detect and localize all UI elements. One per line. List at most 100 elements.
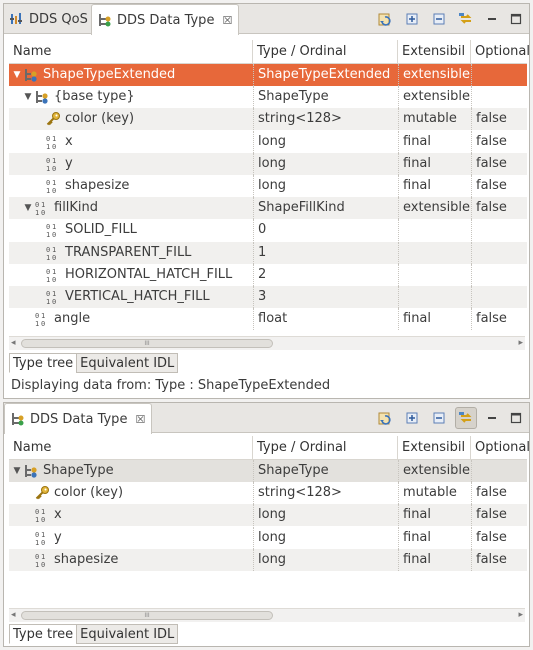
expand-all-button[interactable] bbox=[401, 407, 423, 429]
table-row[interactable]: 0 1 1 0 shapesize long final false bbox=[9, 175, 527, 197]
name-cell: 0 1 1 0 angle bbox=[9, 308, 253, 330]
scroll-thumb[interactable]: III bbox=[21, 611, 273, 620]
horizontal-scrollbar[interactable]: ◂ III ▸ bbox=[9, 608, 525, 622]
scroll-right-icon[interactable]: ▸ bbox=[518, 609, 523, 622]
maximize-button[interactable] bbox=[507, 8, 525, 30]
optional-cell bbox=[471, 241, 529, 264]
table-row[interactable]: 0 1 1 0 shapesize long final false bbox=[9, 548, 527, 571]
scroll-thumb[interactable]: III bbox=[21, 339, 273, 348]
refresh-type-icon bbox=[378, 13, 391, 26]
column-header-name[interactable]: Name bbox=[9, 40, 253, 64]
tab-dds-data-type[interactable]: DDS Data Type ☒ bbox=[91, 4, 240, 35]
svg-text:1: 1 bbox=[46, 276, 50, 283]
type-cell: long bbox=[253, 526, 398, 549]
name-cell: 0110y bbox=[9, 527, 253, 549]
table-row[interactable]: color (key) string<128> mutable false bbox=[9, 482, 527, 505]
svg-text:0: 0 bbox=[52, 187, 56, 194]
table-row[interactable]: 0 1 1 0 SOLID_FILL 0 bbox=[9, 219, 527, 242]
optional-cell bbox=[471, 263, 529, 286]
table-row[interactable]: 0 1 1 0 HORIZONTAL_HATCH_FILL 2 bbox=[9, 263, 529, 286]
field-name: x bbox=[65, 133, 73, 149]
type-cell: 0 bbox=[253, 219, 398, 242]
table-row[interactable]: 0 1 1 0 y long final false bbox=[9, 526, 527, 549]
table-row[interactable]: 0 1 1 0 x long final false bbox=[9, 130, 527, 153]
optional-cell: false bbox=[471, 197, 529, 220]
table-row[interactable]: ▼ 0 1 1 0 fillKind ShapeFillKind extensible fals… bbox=[9, 197, 529, 220]
minimize-icon bbox=[488, 18, 496, 20]
column-header-extensibility[interactable]: Extensibil bbox=[398, 40, 471, 64]
link-with-selection-toggle[interactable] bbox=[455, 407, 477, 429]
tab-equivalent-idl[interactable]: Equivalent IDL bbox=[76, 353, 179, 373]
extensibility-cell: final bbox=[398, 526, 471, 549]
optional-cell: false bbox=[471, 504, 529, 527]
tab-equivalent-idl[interactable]: Equivalent IDL bbox=[76, 624, 179, 644]
key-icon bbox=[34, 485, 50, 501]
collapse-all-button[interactable] bbox=[428, 407, 450, 429]
expand-toggle-icon[interactable]: ▼ bbox=[22, 197, 34, 219]
name-cell: ▼ ShapeType bbox=[9, 460, 253, 482]
scroll-left-icon[interactable]: ◂ bbox=[11, 337, 16, 350]
name-cell: 0 1 1 0 TRANSPARENT_FILL bbox=[9, 242, 253, 264]
table-row[interactable]: ▼ ShapeType ShapeType extensible bbox=[9, 460, 527, 482]
collapse-all-button[interactable] bbox=[428, 8, 450, 30]
table-row[interactable]: 0 1 1 0 y long final false bbox=[9, 152, 527, 175]
svg-text:0: 0 bbox=[35, 201, 39, 209]
binary-field-icon: 0110 bbox=[45, 245, 61, 261]
minimize-button[interactable] bbox=[483, 407, 501, 429]
expand-toggle-icon[interactable]: ▼ bbox=[11, 460, 23, 482]
table-row[interactable]: 0 1 1 0 VERTICAL_HATCH_FILL 3 bbox=[9, 286, 527, 308]
field-name: angle bbox=[54, 311, 91, 327]
maximize-button[interactable] bbox=[507, 407, 525, 429]
extensibility-cell: final bbox=[398, 548, 471, 571]
minimize-button[interactable] bbox=[483, 8, 501, 30]
svg-text:1: 1 bbox=[35, 516, 39, 523]
tab-type-tree[interactable]: Type tree bbox=[9, 353, 78, 373]
scroll-grip: III bbox=[144, 340, 150, 347]
expand-toggle-icon[interactable]: ▼ bbox=[22, 86, 34, 108]
optional-cell: false bbox=[471, 308, 529, 331]
horizontal-scrollbar[interactable]: ◂ III ▸ bbox=[9, 336, 525, 350]
svg-text:0: 0 bbox=[41, 320, 45, 327]
tab-dds-qos[interactable]: DDS QoS bbox=[4, 4, 94, 34]
svg-text:0: 0 bbox=[52, 143, 56, 150]
close-icon[interactable]: ☒ bbox=[222, 14, 232, 27]
name-cell: color (key) bbox=[9, 482, 253, 504]
column-header-name[interactable]: Name bbox=[9, 436, 253, 460]
refresh-type-button[interactable] bbox=[374, 407, 396, 429]
table-row[interactable]: 0 1 1 0 x long final false bbox=[9, 504, 529, 527]
table-row[interactable]: color (key) string<128> mutable false bbox=[9, 108, 527, 131]
binary-field-icon: 0110 bbox=[34, 507, 50, 523]
field-name: color (key) bbox=[65, 111, 135, 127]
column-header-type[interactable]: Type / Ordinal bbox=[253, 40, 398, 64]
collapse-all-icon bbox=[433, 412, 445, 424]
expand-toggle-icon[interactable]: ▼ bbox=[11, 64, 23, 86]
extensibility-cell bbox=[398, 219, 471, 242]
scroll-left-icon[interactable]: ◂ bbox=[11, 609, 16, 622]
extensibility-cell: extensible bbox=[398, 86, 471, 109]
link-with-selection-button[interactable] bbox=[455, 8, 477, 30]
column-header-type[interactable]: Type / Ordinal bbox=[253, 436, 398, 460]
table-row[interactable]: ▼ {base type} ShapeType extensible bbox=[9, 86, 527, 109]
refresh-type-button[interactable] bbox=[374, 8, 396, 30]
field-name: x bbox=[54, 507, 62, 523]
type-cell: 1 bbox=[253, 241, 398, 264]
tab-type-tree[interactable]: Type tree bbox=[9, 624, 78, 644]
svg-text:1: 1 bbox=[35, 320, 39, 327]
extensibility-cell bbox=[398, 241, 471, 264]
expand-all-button[interactable] bbox=[401, 8, 423, 30]
table-row[interactable]: 0 1 1 0 TRANSPARENT_FILL 1 bbox=[9, 241, 529, 264]
extensibility-cell: extensible bbox=[398, 64, 471, 86]
tab-dds-data-type-2[interactable]: DDS Data Type ☒ bbox=[4, 403, 153, 434]
column-header-optional[interactable]: Optional bbox=[471, 40, 529, 64]
table-row[interactable]: 0 1 1 0 angle float final false bbox=[9, 308, 529, 331]
column-header-optional[interactable]: Optional bbox=[471, 436, 529, 460]
type-cell: long bbox=[253, 175, 398, 197]
column-header-extensibility[interactable]: Extensibil bbox=[398, 436, 471, 460]
link-sync-icon bbox=[459, 412, 472, 423]
extensibility-cell: mutable bbox=[398, 482, 471, 505]
optional-cell bbox=[471, 460, 529, 482]
scroll-right-icon[interactable]: ▸ bbox=[518, 337, 523, 350]
close-icon[interactable]: ☒ bbox=[135, 413, 145, 426]
maximize-icon bbox=[510, 13, 522, 25]
table-row[interactable]: ▼ ShapeTypeExtended ShapeTypeExtended exten… bbox=[9, 64, 527, 86]
